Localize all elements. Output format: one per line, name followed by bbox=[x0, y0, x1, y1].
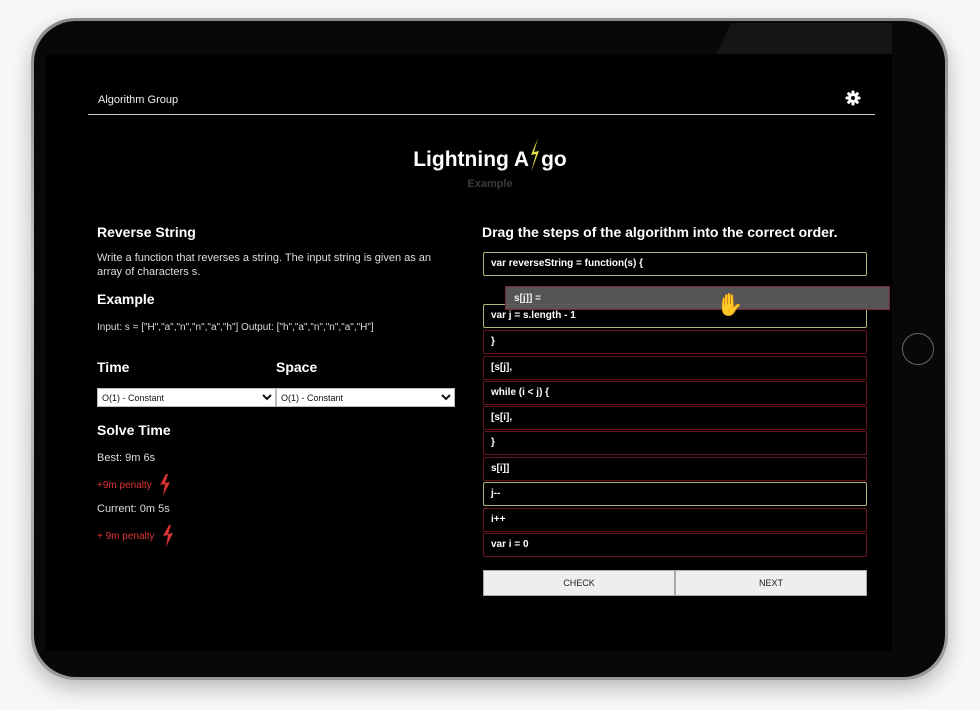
next-button[interactable]: NEXT bbox=[675, 570, 867, 596]
home-button[interactable] bbox=[902, 333, 934, 365]
app-title: Lightning A go bbox=[0, 138, 980, 172]
lightning-icon bbox=[163, 525, 173, 547]
best-penalty: +9m penalty bbox=[97, 480, 152, 491]
step-item[interactable]: var i = 0 bbox=[483, 533, 867, 557]
step-item[interactable]: while (i < j) { bbox=[483, 381, 867, 405]
solve-time-heading: Solve Time bbox=[97, 422, 171, 438]
header-divider bbox=[88, 114, 875, 115]
best-time: Best: 9m 6s bbox=[97, 452, 156, 464]
instruction: Drag the steps of the algorithm into the… bbox=[482, 224, 838, 240]
time-label: Time bbox=[97, 359, 130, 375]
time-select[interactable]: O(1) - Constant bbox=[97, 388, 276, 407]
space-label: Space bbox=[276, 359, 318, 375]
step-item[interactable]: j-- bbox=[483, 482, 867, 506]
lightning-icon bbox=[531, 138, 540, 172]
glass-reflection bbox=[716, 23, 892, 55]
current-penalty: + 9m penalty bbox=[97, 531, 155, 542]
group-title: Algorithm Group bbox=[98, 94, 179, 106]
check-button[interactable]: CHECK bbox=[483, 570, 675, 596]
step-item[interactable]: [s[j], bbox=[483, 356, 867, 380]
example-text: Input: s = ["H","a","n","n","a","h"] Out… bbox=[97, 322, 374, 333]
step-item[interactable]: } bbox=[483, 330, 867, 354]
example-heading: Example bbox=[97, 291, 155, 307]
step-item[interactable]: i++ bbox=[483, 508, 867, 532]
problem-title: Reverse String bbox=[97, 224, 196, 240]
step-item[interactable]: var reverseString = function(s) { bbox=[483, 252, 867, 276]
grab-hand-cursor-icon: ✋ bbox=[716, 292, 744, 317]
dragging-step[interactable]: s[j]] = bbox=[505, 286, 890, 310]
title-text: Lightning A bbox=[413, 148, 530, 171]
space-select[interactable]: O(1) - Constant bbox=[276, 388, 455, 407]
step-item[interactable]: } bbox=[483, 431, 867, 455]
problem-description: Write a function that reverses a string.… bbox=[97, 252, 432, 278]
subtitle: Example bbox=[467, 178, 513, 190]
title-text-suffix: go bbox=[541, 148, 567, 171]
gear-icon[interactable] bbox=[845, 90, 861, 106]
step-item[interactable]: s[i]] bbox=[483, 457, 867, 481]
step-item[interactable]: [s[i], bbox=[483, 406, 867, 430]
lightning-icon bbox=[160, 474, 170, 496]
current-time: Current: 0m 5s bbox=[97, 503, 170, 515]
